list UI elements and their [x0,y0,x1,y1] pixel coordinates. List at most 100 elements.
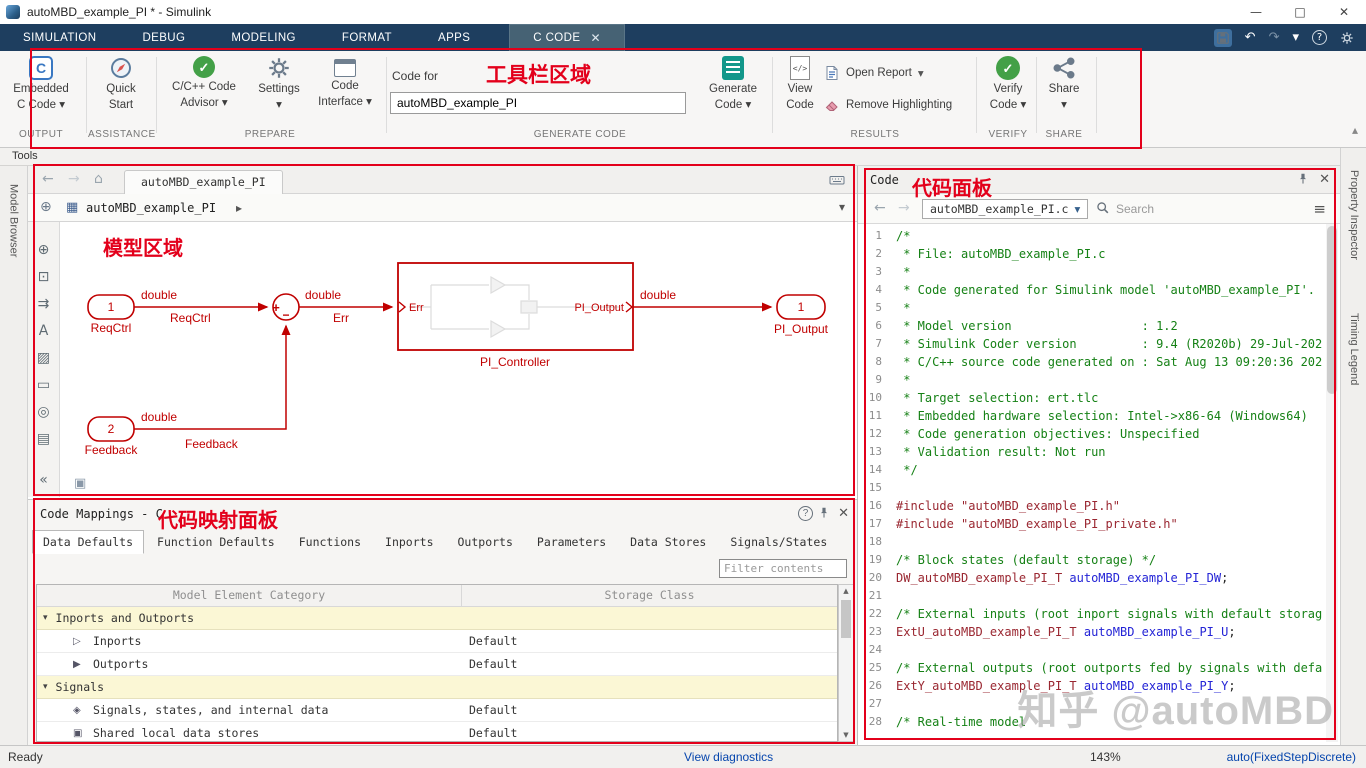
expand-icon[interactable]: ▾ [43,613,48,623]
embedded-c-code-icon: C [29,56,53,80]
mapping-row-shared-local-data-stores[interactable]: ▣ Shared local data stores Default [37,722,837,741]
scrollbar-thumb[interactable] [1327,226,1337,394]
annotation-icon[interactable]: A [28,317,59,344]
timing-legend-tab[interactable]: Timing Legend [1348,313,1360,385]
quick-start-button[interactable]: Quick Start [92,56,150,112]
settings-button[interactable]: Settings ▾ [252,56,306,112]
tab-c-code-label: C CODE [533,32,581,44]
forward-icon[interactable]: → [68,171,80,187]
breadcrumb-home-icon[interactable]: ⊕ [40,199,52,215]
preferences-gear-icon[interactable] [1340,31,1354,45]
qat-dropdown-icon[interactable]: ▾ [1292,30,1299,45]
menu-icon[interactable]: ≡ [1313,200,1326,218]
close-tab-icon[interactable]: ✕ [590,31,600,45]
code-line: 6 * Model version : 1.2 [858,317,1323,335]
help-icon[interactable]: ? [798,506,813,521]
mappings-tab-data-stores[interactable]: Data Stores [619,530,717,554]
tab-simulation[interactable]: SIMULATION [0,24,119,51]
screenshot-icon[interactable]: ◎ [28,398,59,425]
model-browser-tab[interactable]: Model Browser [8,184,20,257]
code-for-input[interactable] [390,92,686,114]
generate-code-button[interactable]: Generate Code ▾ [700,56,766,112]
storage-class-value[interactable]: Default [469,657,517,671]
collapse-palette-icon[interactable]: « [28,466,59,493]
section-results: RESULTS [850,129,900,140]
mappings-table-body: ▾ Inports and Outports ▷ Inports Default ▶ Out… [37,607,837,741]
breadcrumb-dropdown-icon[interactable]: ▾ [839,200,845,214]
signal-routing-icon[interactable]: ⇉ [28,290,59,317]
category-row-inports-and-outports[interactable]: ▾ Inports and Outports [37,607,837,630]
close-button[interactable]: ✕ [1322,0,1366,24]
code-advisor-button[interactable]: ✓ C/C++ Code Advisor ▾ [160,56,248,110]
filter-contents-input[interactable] [719,559,847,578]
search-input[interactable] [1116,199,1212,219]
collapse-ribbon-icon[interactable]: ▴ [1352,123,1358,137]
storage-class-value[interactable]: Default [469,726,517,740]
code-interface-button[interactable]: Code Interface ▾ [312,56,378,109]
undo-icon[interactable]: ↶ [1245,30,1256,45]
share-button[interactable]: Share ▾ [1040,56,1088,112]
tab-modeling[interactable]: MODELING [208,24,319,51]
tab-apps[interactable]: APPS [415,24,493,51]
tab-format[interactable]: FORMAT [319,24,415,51]
pin-icon[interactable] [1296,172,1310,186]
expand-icon[interactable]: ▾ [43,682,48,692]
mappings-tab-function-defaults[interactable]: Function Defaults [146,530,286,554]
viewmarks-icon[interactable]: ▤ [28,425,59,452]
code-scrollbar[interactable] [1326,224,1338,742]
storage-class-value[interactable]: Default [469,703,517,717]
gear-icon [268,57,290,79]
scroll-down-icon[interactable]: ▼ [839,731,853,739]
remove-highlighting-button[interactable]: Remove Highlighting [824,97,952,113]
view-code-button[interactable]: </> View Code [776,56,824,112]
embedded-c-code-button[interactable]: C Embedded C Code ▾ [6,56,76,112]
zoom-icon[interactable]: ⊕ [28,236,59,263]
line-number: 2 [875,247,882,260]
view-diagnostics-link[interactable]: View diagnostics [684,750,773,764]
mappings-tab-signals-states[interactable]: Signals/States [719,530,838,554]
fit-view-icon[interactable]: ⊡ [28,263,59,290]
verify-code-button[interactable]: ✓ Verify Code ▾ [982,56,1034,112]
keyboard-icon[interactable] [829,172,845,188]
line-number: 3 [875,265,882,278]
image-icon[interactable]: ▨ [28,344,59,371]
mappings-tab-data-defaults[interactable]: Data Defaults [32,530,145,554]
minimize-button[interactable]: — [1234,0,1278,24]
mappings-tab-inports[interactable]: Inports [374,530,444,554]
inport-icon: ▷ [73,635,81,647]
save-icon[interactable] [1213,28,1232,47]
pin-icon[interactable] [817,506,831,520]
mappings-scrollbar[interactable]: ▲ ▼ [838,584,854,742]
property-inspector-tab[interactable]: Property Inspector [1348,170,1360,260]
mappings-tab-functions[interactable]: Functions [288,530,372,554]
mapping-row-outports[interactable]: ▶ Outports Default [37,653,837,676]
canvas-badge-icon[interactable]: ▣ [74,476,86,491]
mappings-tab-outports[interactable]: Outports [447,530,524,554]
redo-icon[interactable]: ↷ [1269,30,1280,45]
open-report-button[interactable]: Open Report ▾ [824,65,924,81]
document-tab[interactable]: autoMBD_example_PI [124,170,283,194]
mapping-row-signals-states-and-internal-data[interactable]: ◈ Signals, states, and internal data Defau… [37,699,837,722]
solver-link[interactable]: auto(FixedStepDiscrete) [1227,750,1356,764]
file-selector[interactable]: autoMBD_example_PI.c ▾ [922,199,1089,219]
storage-class-value[interactable]: Default [469,634,517,648]
tab-c-code[interactable]: C CODE ✕ [509,24,625,51]
back-icon[interactable]: ← [874,200,886,216]
tab-debug[interactable]: DEBUG [119,24,208,51]
help-icon[interactable]: ? [1312,30,1327,45]
up-to-parent-icon[interactable]: ⌂ [94,171,103,187]
mappings-tab-parameters[interactable]: Parameters [526,530,617,554]
breadcrumb[interactable]: autoMBD_example_PI [86,201,216,215]
model-canvas[interactable]: 1 ReqCtrl 2 Feedback + − Err PI_Output P… [60,222,857,497]
forward-icon[interactable]: → [898,200,910,216]
close-panel-icon[interactable]: ✕ [838,506,849,521]
close-panel-icon[interactable]: ✕ [1319,172,1330,187]
draw-area-icon[interactable]: ▭ [28,371,59,398]
maximize-button[interactable]: □ [1278,0,1322,24]
category-row-signals[interactable]: ▾ Signals [37,676,837,699]
back-icon[interactable]: ← [42,171,54,187]
scroll-up-icon[interactable]: ▲ [839,587,853,595]
scrollbar-thumb[interactable] [841,600,851,638]
mapping-row-inports[interactable]: ▷ Inports Default [37,630,837,653]
code-line: 16 #include "autoMBD_example_PI.h" [858,497,1323,515]
